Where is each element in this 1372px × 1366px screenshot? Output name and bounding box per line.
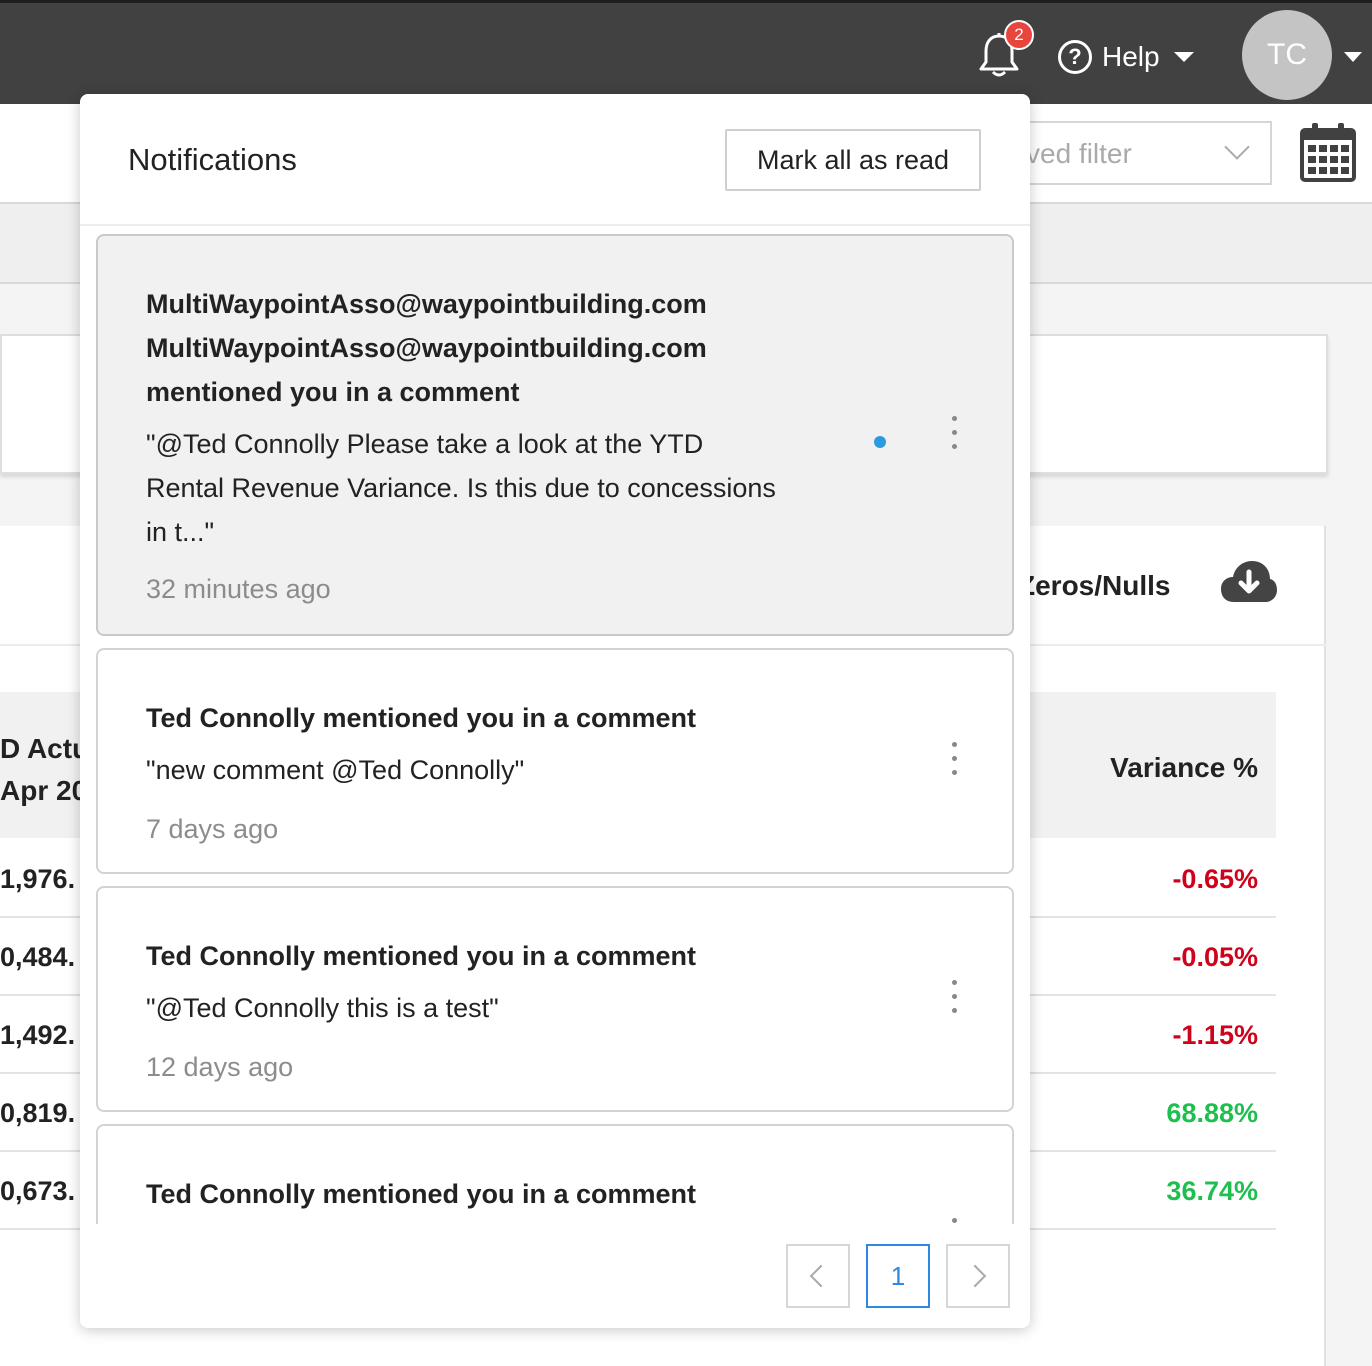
notifications-title: Notifications (128, 142, 297, 177)
notification-time: 12 days ago (146, 1052, 294, 1082)
help-icon: ? (1058, 40, 1092, 74)
cell-ytd-actual: 1,492. (0, 1020, 76, 1050)
notification-title: Ted Connolly mentioned you in a comment (146, 703, 697, 733)
cell-ytd-actual: 0,484. (0, 942, 76, 972)
notifications-header: Notifications Mark all as read (80, 94, 1030, 226)
column-header-variance-percent[interactable]: Variance % (1110, 752, 1258, 784)
pagination: 1 (786, 1244, 1026, 1308)
more-options-icon[interactable] (948, 1218, 960, 1224)
notification-item[interactable]: Ted Connolly mentioned you in a comment … (96, 886, 1014, 1112)
cell-variance-percent: -0.65% (1172, 864, 1258, 894)
notification-item[interactable]: Ted Connolly mentioned you in a comment … (96, 648, 1014, 874)
user-menu-chevron-icon[interactable] (1344, 52, 1362, 62)
help-menu-button[interactable]: ? Help (1058, 38, 1194, 76)
cell-ytd-actual: 0,673. (0, 1176, 76, 1206)
column-header-line: D Actu (0, 733, 90, 764)
cell-variance-percent: -1.15% (1172, 1020, 1258, 1050)
more-options-icon[interactable] (948, 980, 960, 1020)
notification-item[interactable]: MultiWaypointAsso@waypointbuilding.com M… (96, 234, 1014, 636)
notification-body: "@Ted Connolly Please take a look at the… (146, 429, 776, 547)
previous-page-button[interactable] (786, 1244, 850, 1308)
notification-body: "new comment @Ted Connolly" (146, 755, 525, 785)
next-page-button[interactable] (946, 1244, 1010, 1308)
cell-variance-percent: -0.05% (1172, 942, 1258, 972)
notification-item[interactable]: Ted Connolly mentioned you in a comment (96, 1124, 1014, 1224)
more-options-icon[interactable] (948, 742, 960, 782)
notification-title: Ted Connolly mentioned you in a comment (146, 941, 697, 971)
notification-title: Ted Connolly mentioned you in a comment (146, 1179, 697, 1209)
notification-list[interactable]: MultiWaypointAsso@waypointbuilding.com M… (96, 234, 1014, 1224)
cell-ytd-actual: 0,819. (0, 1098, 76, 1128)
notification-title: MultiWaypointAsso@waypointbuilding.com M… (146, 289, 707, 407)
mark-all-read-button[interactable]: Mark all as read (725, 129, 981, 191)
calendar-icon[interactable] (1300, 122, 1356, 182)
help-label: Help (1102, 41, 1160, 72)
chevron-down-icon (1173, 52, 1194, 62)
notification-time: 7 days ago (146, 814, 279, 844)
notification-body: "@Ted Connolly this is a test" (146, 993, 499, 1023)
column-header-ytd-actual[interactable]: D Actu Apr 20 (0, 728, 89, 812)
saved-filter-text: ved filter (1026, 138, 1132, 169)
user-avatar[interactable]: TC (1242, 10, 1332, 100)
chevron-left-icon (809, 1264, 833, 1288)
notifications-panel: Notifications Mark all as read MultiWayp… (80, 94, 1030, 1328)
cell-variance-percent: 36.74% (1166, 1176, 1258, 1206)
page-button-current[interactable]: 1 (866, 1244, 930, 1308)
cell-variance-percent: 68.88% (1166, 1098, 1258, 1128)
column-header-line: Apr 20 (0, 775, 88, 806)
more-options-icon[interactable] (948, 416, 960, 456)
cell-ytd-actual: 1,976. (0, 864, 76, 894)
unread-dot-icon[interactable] (874, 436, 886, 448)
chevron-right-icon (963, 1264, 987, 1288)
notification-time: 32 minutes ago (146, 574, 331, 604)
notification-count-badge: 2 (1004, 20, 1034, 50)
zeros-nulls-toggle-label[interactable]: Zeros/Nulls (1018, 570, 1170, 602)
cloud-download-icon[interactable] (1220, 558, 1278, 606)
